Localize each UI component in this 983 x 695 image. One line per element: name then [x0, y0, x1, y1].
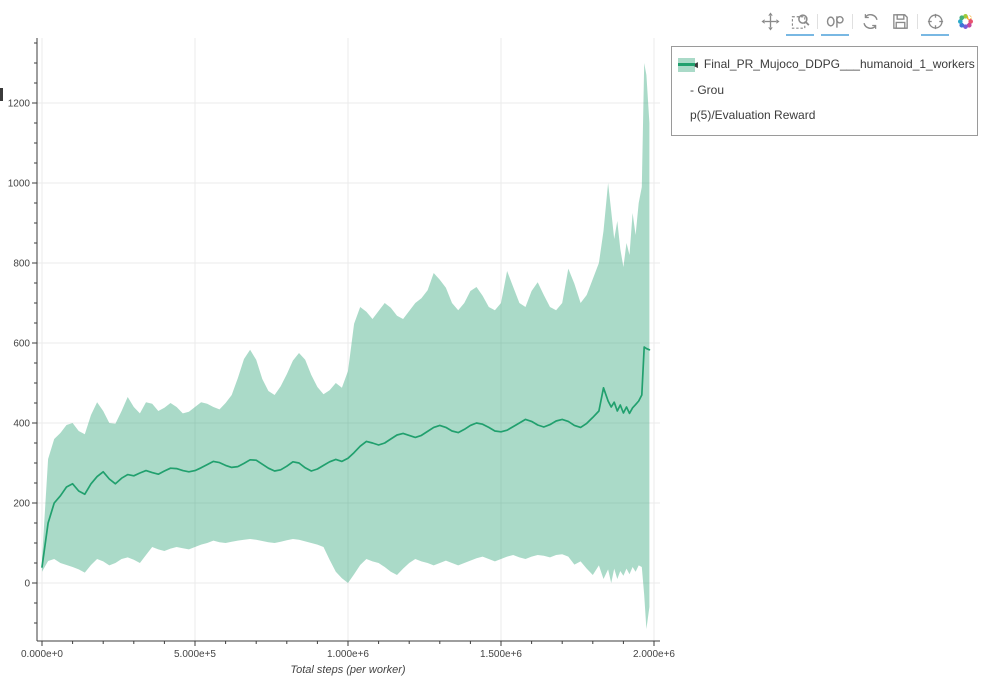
tick-label: 200: [13, 499, 30, 510]
legend-swatch-line: [678, 63, 695, 66]
logo-button[interactable]: [953, 9, 977, 33]
legend-swatch: [678, 58, 695, 72]
tick-label: 800: [13, 259, 30, 270]
logo-icon: [956, 12, 975, 31]
tick-label: 0: [24, 579, 30, 590]
tick-label: 1200: [8, 99, 31, 110]
toolbar-separator: [917, 14, 918, 29]
zoom-in-out-button[interactable]: [823, 9, 847, 33]
toolbar-separator: [817, 14, 818, 29]
reset-axes-button[interactable]: [858, 9, 882, 33]
tick-label: 400: [13, 419, 30, 430]
legend-item[interactable]: ◄Final_PR_Mujoco_DDPG___humanoid_1_worke…: [678, 52, 971, 128]
tick-label: 0.000e+0: [21, 649, 63, 660]
box-zoom-button[interactable]: [788, 9, 812, 33]
crosshair-spikes-icon: [926, 12, 945, 31]
legend-label-text: Final_PR_Mujoco_DDPG___humanoid_1_worker…: [690, 57, 975, 97]
toolbar-separator: [852, 14, 853, 29]
pan-button[interactable]: [758, 9, 782, 33]
x-axis-title: Total steps (per worker): [290, 664, 405, 676]
confidence-band: [42, 63, 649, 629]
legend-label: ◄Final_PR_Mujoco_DDPG___humanoid_1_worke…: [690, 52, 971, 128]
tick-label: 1000: [8, 179, 31, 190]
tick-label: 600: [13, 339, 30, 350]
legend[interactable]: ◄Final_PR_Mujoco_DDPG___humanoid_1_worke…: [671, 46, 978, 136]
tick-label: 1.500e+6: [480, 649, 522, 660]
tick-label: 5.000e+5: [174, 649, 216, 660]
tick-label: 1.000e+6: [327, 649, 369, 660]
pan-icon: [761, 12, 780, 31]
series-layer: [42, 63, 649, 629]
box-zoom-icon: [791, 12, 810, 31]
y-axis-title-fragment: [0, 88, 3, 101]
legend-label-line1: ◄Final_PR_Mujoco_DDPG___humanoid_1_worke…: [690, 52, 971, 103]
legend-label-line2: p(5)/Evaluation Reward: [690, 103, 971, 128]
crosshair-spikes-button[interactable]: [923, 9, 947, 33]
chart-toolbar: [755, 9, 980, 33]
reset-axes-icon: [861, 12, 880, 31]
tick-label: 2.000e+6: [633, 649, 675, 660]
save-image-icon: [891, 12, 910, 31]
zoom-in-out-icon: [826, 12, 845, 31]
save-image-button[interactable]: [888, 9, 912, 33]
